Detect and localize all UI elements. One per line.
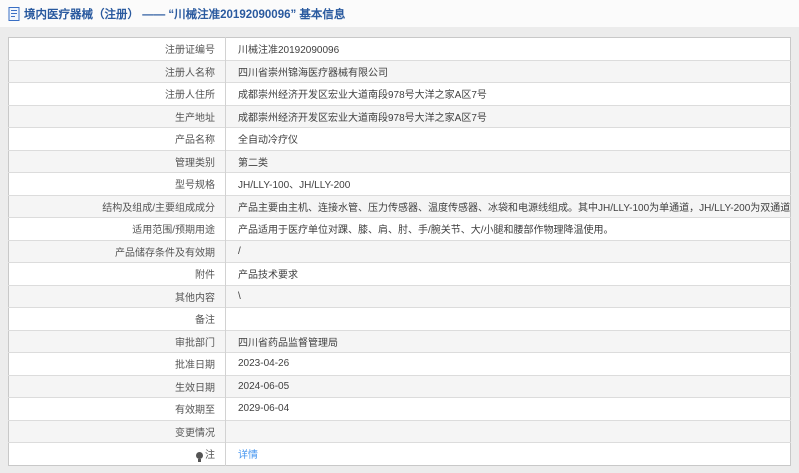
- row-label: 有效期至: [8, 397, 226, 420]
- row-label: 型号规格: [8, 172, 226, 195]
- table-row: 注册证编号 川械注准20192090096: [8, 37, 791, 60]
- row-label: 附件: [8, 262, 226, 285]
- table-row: 产品储存条件及有效期 /: [8, 239, 791, 263]
- row-label: 备注: [8, 307, 226, 330]
- row-label: 适用范围/预期用途: [8, 217, 226, 240]
- row-label: 注册人住所: [8, 82, 226, 105]
- table-row: 附件 产品技术要求: [8, 262, 791, 285]
- table-row: 适用范围/预期用途 产品适用于医疗单位对踝、膝、肩、肘、手/腕关节、大/小腿和腰部…: [8, 217, 791, 240]
- row-value: 成都崇州经济开发区宏业大道南段978号大洋之家A区7号: [225, 104, 791, 128]
- table-row: 结构及组成/主要组成成分 产品主要由主机、连接水管、压力传感器、温度传感器、冰袋和…: [8, 194, 791, 218]
- table-row: 变更情况: [8, 419, 791, 443]
- info-table: 注册证编号 川械注准20192090096 注册人名称 四川省崇州锦海医疗器械有限公司…: [8, 37, 791, 466]
- row-label: 批准日期: [8, 352, 226, 375]
- info-table-body: 注册证编号 川械注准20192090096 注册人名称 四川省崇州锦海医疗器械有限公司…: [8, 37, 791, 465]
- table-row: 注册人名称 四川省崇州锦海医疗器械有限公司: [8, 59, 791, 83]
- row-label: 注册人名称: [8, 59, 226, 83]
- row-label: 注册证编号: [8, 37, 226, 60]
- row-value: 详情: [225, 442, 791, 465]
- row-value: 产品适用于医疗单位对踝、膝、肩、肘、手/腕关节、大/小腿和腰部作物理降温使用。: [225, 217, 791, 240]
- table-row: 注册人住所 成都崇州经济开发区宏业大道南段978号大洋之家A区7号: [8, 82, 791, 105]
- row-value: 第二类: [225, 149, 791, 173]
- table-row: 产品名称 全自动冷疗仪: [8, 127, 791, 150]
- row-value: 全自动冷疗仪: [225, 127, 791, 150]
- row-value: 2029-06-04: [225, 397, 791, 420]
- table-row: 批准日期 2023-04-26: [8, 352, 791, 375]
- table-row: 生效日期 2024-06-05: [8, 374, 791, 398]
- row-value: [225, 419, 791, 443]
- row-value: 产品主要由主机、连接水管、压力传感器、温度传感器、冰袋和电源线组成。其中JH/L…: [225, 194, 791, 218]
- row-label: 审批部门: [8, 329, 226, 353]
- table-row: 备注: [8, 307, 791, 330]
- row-value: 产品技术要求: [225, 262, 791, 285]
- row-label: 其他内容: [8, 284, 226, 308]
- content-area: 注册证编号 川械注准20192090096 注册人名称 四川省崇州锦海医疗器械有限公司…: [0, 27, 799, 466]
- row-label: 生产地址: [8, 104, 226, 128]
- row-value: [225, 307, 791, 330]
- row-value: /: [225, 239, 791, 263]
- table-row: 生产地址 成都崇州经济开发区宏业大道南段978号大洋之家A区7号: [8, 104, 791, 128]
- table-row: 管理类别 第二类: [8, 149, 791, 173]
- row-value: 成都崇州经济开发区宏业大道南段978号大洋之家A区7号: [225, 82, 791, 105]
- row-value: 四川省崇州锦海医疗器械有限公司: [225, 59, 791, 83]
- row-label: 管理类别: [8, 149, 226, 173]
- detail-link[interactable]: 详情: [238, 450, 258, 461]
- row-value: 四川省药品监督管理局: [225, 329, 791, 353]
- row-value: 2023-04-26: [225, 352, 791, 375]
- table-row: 有效期至 2029-06-04: [8, 397, 791, 420]
- table-row: 审批部门 四川省药品监督管理局: [8, 329, 791, 353]
- row-value: 2024-06-05: [225, 374, 791, 398]
- row-value: JH/LLY-100、JH/LLY-200: [225, 172, 791, 195]
- table-row: 注 详情: [8, 442, 791, 465]
- note-bulb-icon: [196, 452, 203, 463]
- table-row: 型号规格 JH/LLY-100、JH/LLY-200: [8, 172, 791, 195]
- page-title: 境内医疗器械（注册） —— “川械注准20192090096” 基本信息: [24, 8, 346, 21]
- row-value: 川械注准20192090096: [238, 45, 340, 57]
- page-header: 境内医疗器械（注册） —— “川械注准20192090096” 基本信息: [0, 0, 799, 27]
- page: 境内医疗器械（注册） —— “川械注准20192090096” 基本信息 注册证…: [0, 0, 799, 466]
- row-label: 产品名称: [8, 127, 226, 150]
- row-label: 注: [8, 442, 226, 465]
- row-value: \: [225, 284, 791, 308]
- row-label: 生效日期: [8, 374, 226, 398]
- table-row: 其他内容 \: [8, 284, 791, 308]
- row-label: 结构及组成/主要组成成分: [8, 194, 226, 218]
- row-label: 产品储存条件及有效期: [8, 239, 226, 263]
- row-label: 变更情况: [8, 419, 226, 443]
- document-icon: [8, 6, 20, 21]
